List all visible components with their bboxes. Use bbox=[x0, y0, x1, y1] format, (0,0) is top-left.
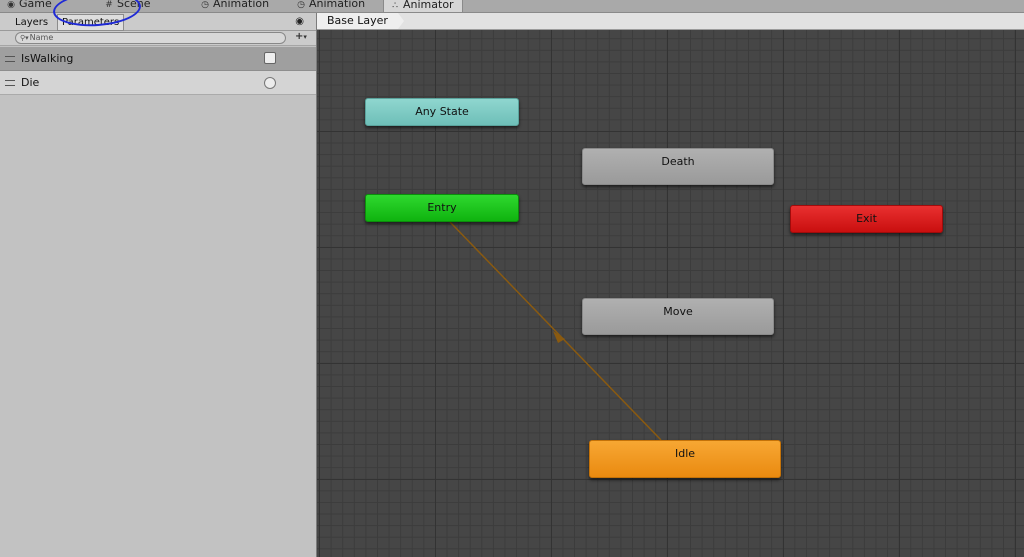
parameter-search-input[interactable]: ⚲▾Name bbox=[15, 32, 286, 44]
tab-game-label: Game bbox=[19, 0, 52, 10]
parameter-row-die[interactable]: Die bbox=[0, 71, 316, 95]
eye-icon[interactable]: ◉ bbox=[295, 16, 304, 27]
grid-icon: # bbox=[105, 0, 113, 10]
tab-animation-label: Animation bbox=[213, 0, 270, 10]
tab-layers[interactable]: Layers bbox=[10, 14, 53, 31]
tab-animation-2[interactable]: ◷ Animation bbox=[296, 0, 365, 12]
state-death[interactable]: Death bbox=[582, 148, 774, 185]
drag-handle-icon[interactable] bbox=[5, 56, 15, 62]
tab-animation-label: Animation bbox=[309, 0, 366, 10]
animator-icon: ∴ bbox=[392, 1, 398, 11]
parameter-row-iswalking[interactable]: IsWalking bbox=[0, 47, 316, 71]
state-exit[interactable]: Exit bbox=[790, 205, 943, 233]
tab-scene-label: Scene bbox=[117, 0, 151, 10]
search-icon: ⚲▾ bbox=[20, 34, 29, 42]
state-any-state[interactable]: Any State bbox=[365, 98, 519, 126]
gamepad-icon: ◉ bbox=[7, 0, 15, 10]
bool-checkbox[interactable] bbox=[264, 52, 276, 64]
parameters-panel: Layers Parameters ◉ ⚲▾Name +▾ IsWalking … bbox=[0, 13, 317, 557]
breadcrumb: Base Layer bbox=[317, 13, 1024, 30]
parameter-name: IsWalking bbox=[21, 52, 74, 65]
clock-icon: ◷ bbox=[201, 0, 209, 10]
add-parameter-button[interactable]: +▾ bbox=[295, 31, 307, 42]
tab-scene[interactable]: # Scene bbox=[104, 0, 151, 12]
panel-toolbar: Layers Parameters ◉ bbox=[0, 13, 316, 31]
window-tab-strip: ◉ Game # Scene ◷ Animation ◷ Animation ∴ Anim… bbox=[0, 0, 1024, 13]
trigger-radio[interactable] bbox=[264, 77, 276, 89]
state-entry[interactable]: Entry bbox=[365, 194, 519, 222]
parameter-name: Die bbox=[21, 76, 40, 89]
tab-game[interactable]: ◉ Game bbox=[6, 0, 52, 12]
tab-parameters[interactable]: Parameters bbox=[57, 14, 125, 31]
clock-icon: ◷ bbox=[297, 0, 305, 10]
search-placeholder: Name bbox=[29, 33, 54, 42]
tab-animation-1[interactable]: ◷ Animation bbox=[200, 0, 269, 12]
search-row: ⚲▾Name +▾ bbox=[0, 31, 316, 46]
breadcrumb-base-layer[interactable]: Base Layer bbox=[317, 13, 404, 29]
drag-handle-icon[interactable] bbox=[5, 80, 15, 86]
tab-animator[interactable]: ∴ Animator bbox=[383, 0, 463, 12]
tab-animator-label: Animator bbox=[403, 0, 454, 11]
state-idle[interactable]: Idle bbox=[589, 440, 781, 478]
state-move[interactable]: Move bbox=[582, 298, 774, 335]
